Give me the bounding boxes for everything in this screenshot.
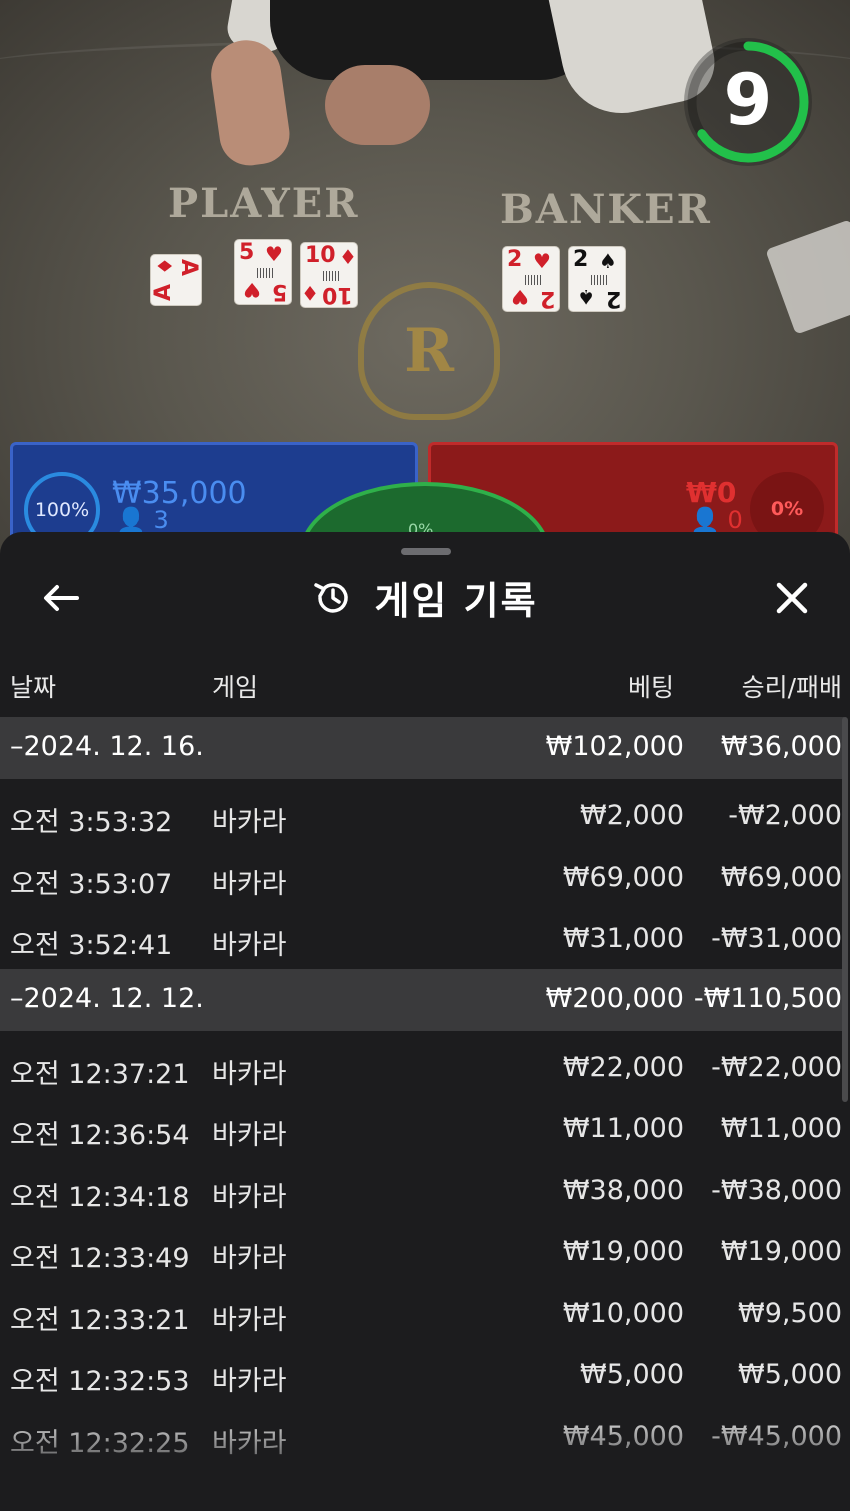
player-card-2: 5 ♥ ♥ 5 — [234, 239, 292, 305]
row-result: -₩31,000 — [711, 923, 842, 954]
player-card-1: A ♦ A — [150, 254, 202, 306]
row-result: -₩22,000 — [711, 1051, 842, 1083]
row-bet: ₩19,000 — [562, 1236, 684, 1267]
close-icon — [776, 582, 808, 614]
card-shoe — [765, 219, 850, 335]
table-logo: R — [358, 282, 500, 420]
banker-card-1: 2 ♥ ♥ 2 — [502, 246, 560, 312]
history-row[interactable]: 오전 12:33:21 바카라 ₩10,000 ₩9,500 — [0, 1282, 844, 1344]
row-result: ₩69,000 — [720, 861, 842, 893]
player-count-value: 3 — [153, 506, 169, 534]
date-group-row[interactable]: –2024. 12. 16. ₩102,000 ₩36,000 — [0, 717, 844, 779]
row-result: ₩11,000 — [720, 1113, 842, 1144]
dealer-hand-right — [325, 65, 430, 145]
header-result: 승리/패배 — [741, 673, 842, 702]
row-bet: ₩22,000 — [562, 1051, 684, 1083]
row-game: 바카라 — [212, 930, 287, 961]
sheet-grabber[interactable] — [401, 548, 451, 555]
history-row[interactable]: 오전 3:52:41 바카라 ₩31,000 -₩31,000 — [0, 907, 844, 969]
date-group-row[interactable]: –2024. 12. 12. ₩200,000 -₩110,500 — [0, 968, 844, 1031]
row-game: 바카라 — [212, 1427, 287, 1459]
row-time: 오전 12:32:53 — [10, 1366, 190, 1397]
history-row[interactable]: 오전 12:32:25 바카라 ₩45,000 -₩45,000 — [0, 1405, 844, 1467]
history-row[interactable]: 오전 12:34:18 바카라 ₩38,000 -₩38,000 — [0, 1159, 844, 1221]
row-result: -₩2,000 — [728, 800, 842, 831]
banker-count-value: 0 — [727, 506, 743, 534]
row-result: -₩38,000 — [711, 1174, 842, 1206]
sheet-title: 게임 기록 — [374, 579, 538, 623]
player-label: PLAYER — [168, 180, 360, 227]
banker-bettor-count: 👤 0 — [690, 506, 743, 534]
group-result-total: -₩110,500 — [693, 982, 842, 1014]
row-bet: ₩31,000 — [562, 923, 684, 954]
game-history-sheet: 게임 기록 날짜 게임 베팅 승리/패배 –2024. 12. 16. ₩102… — [0, 532, 850, 1511]
row-bet: ₩2,000 — [580, 800, 684, 831]
row-bet: ₩69,000 — [562, 861, 684, 893]
player-card-3: 10 ♦ ♦ 10 — [300, 242, 358, 308]
group-bet-total: ₩200,000 — [545, 982, 684, 1014]
row-game: 바카라 — [212, 1366, 287, 1397]
row-game: 바카라 — [212, 807, 287, 838]
history-list: –2024. 12. 16. ₩102,000 ₩36,000 오전 3:53:… — [0, 717, 844, 1466]
row-time: 오전 12:33:49 — [10, 1243, 190, 1274]
history-row[interactable]: 오전 3:53:32 바카라 ₩2,000 -₩2,000 — [0, 784, 844, 846]
row-bet: ₩45,000 — [562, 1420, 684, 1452]
row-bet: ₩38,000 — [562, 1174, 684, 1206]
row-game: 바카라 — [212, 1243, 287, 1274]
history-row[interactable]: 오전 3:53:07 바카라 ₩69,000 ₩69,000 — [0, 846, 844, 908]
player-bettor-count: 👤 3 — [116, 506, 169, 534]
group-bet-total: ₩102,000 — [545, 731, 684, 762]
banker-card-2: 2 ♠ ♠ 2 — [568, 246, 626, 312]
row-time: 오전 12:34:18 — [10, 1181, 190, 1213]
history-icon — [314, 582, 349, 613]
row-result: ₩9,500 — [738, 1297, 842, 1329]
row-bet: ₩5,000 — [580, 1359, 684, 1390]
banker-total-amount: ₩0 — [686, 476, 737, 509]
row-time: 오전 3:53:07 — [10, 868, 173, 900]
sheet-header: 게임 기록 — [0, 570, 850, 625]
history-row[interactable]: 오전 12:32:53 바카라 ₩5,000 ₩5,000 — [0, 1343, 844, 1405]
timer-value: 9 — [723, 59, 773, 141]
row-bet: ₩11,000 — [562, 1113, 684, 1144]
history-row[interactable]: 오전 12:33:49 바카라 ₩19,000 ₩19,000 — [0, 1220, 844, 1282]
live-video-area: PLAYER BANKER A ♦ A 5 ♥ ♥ 5 10 ♦ ♦ 10 2 … — [0, 0, 850, 560]
history-row[interactable]: 오전 12:36:54 바카라 ₩11,000 ₩11,000 — [0, 1097, 844, 1159]
row-game: 바카라 — [212, 1058, 287, 1090]
row-time: 오전 12:32:25 — [10, 1427, 190, 1459]
row-time: 오전 12:37:21 — [10, 1058, 190, 1090]
banker-label: BANKER — [500, 186, 712, 233]
row-result: -₩45,000 — [711, 1420, 842, 1452]
row-time: 오전 3:53:32 — [10, 807, 173, 838]
group-date: –2024. 12. 16. — [10, 731, 204, 762]
header-game: 게임 — [212, 673, 259, 702]
table-header: 날짜 게임 베팅 승리/패배 — [0, 664, 850, 710]
group-date: –2024. 12. 12. — [10, 982, 204, 1014]
row-time: 오전 12:33:21 — [10, 1304, 190, 1336]
row-time: 오전 12:36:54 — [10, 1120, 190, 1151]
row-bet: ₩10,000 — [562, 1297, 684, 1329]
row-result: ₩5,000 — [738, 1359, 842, 1390]
header-bet: 베팅 — [627, 673, 674, 702]
close-button[interactable] — [766, 576, 818, 620]
row-game: 바카라 — [212, 1304, 287, 1336]
history-row[interactable]: 오전 12:37:21 바카라 ₩22,000 -₩22,000 — [0, 1036, 844, 1098]
row-game: 바카라 — [212, 868, 287, 900]
row-game: 바카라 — [212, 1181, 287, 1213]
row-time: 오전 3:52:41 — [10, 930, 173, 961]
row-game: 바카라 — [212, 1120, 287, 1151]
countdown-timer: 9 — [684, 38, 812, 166]
group-result-total: ₩36,000 — [720, 731, 842, 762]
row-result: ₩19,000 — [720, 1236, 842, 1267]
scrollbar[interactable] — [842, 717, 848, 1102]
header-date: 날짜 — [10, 673, 57, 702]
